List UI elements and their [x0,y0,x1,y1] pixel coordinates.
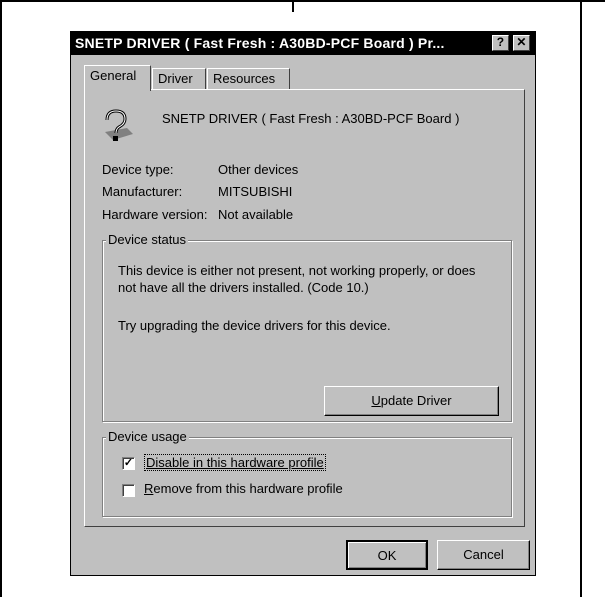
properties-dialog: SNETP DRIVER ( Fast Fresh : A30BD-PCF Bo… [70,31,536,576]
remove-profile-label[interactable]: Remove from this hardware profile [144,481,343,496]
ok-button[interactable]: OK [346,540,428,570]
manufacturer-value: MITSUBISHI [218,184,293,199]
help-button[interactable]: ? [492,35,509,51]
hardware-version-value: Not available [218,207,294,222]
title-bar[interactable]: SNETP DRIVER ( Fast Fresh : A30BD-PCF Bo… [71,32,535,55]
disable-profile-text: Disable in this hardware profile [146,455,324,470]
window-title: SNETP DRIVER ( Fast Fresh : A30BD-PCF Bo… [75,35,445,51]
device-usage-title: Device usage [106,429,189,444]
tab-driver[interactable]: Driver [152,68,206,89]
cancel-button[interactable]: Cancel [437,540,530,570]
remove-profile-accesskey: R [144,481,154,496]
remove-profile-checkbox[interactable] [122,484,135,497]
update-driver-label: pdate Driver [380,393,452,408]
update-driver-button[interactable]: Update Driver [324,386,499,416]
close-button[interactable]: ✕ [513,35,530,51]
frame-tick-mark [292,0,294,12]
device-status-title: Device status [106,232,189,247]
device-status-tip: Try upgrading the device drivers for thi… [118,318,391,333]
remove-profile-text: emove from this hardware profile [153,481,343,496]
device-name: SNETP DRIVER ( Fast Fresh : A30BD-PCF Bo… [162,111,460,126]
manufacturer-label: Manufacturer: [102,184,183,199]
device-status-message: This device is either not present, not w… [118,263,476,295]
frame-right-line [580,0,582,597]
hardware-version-label: Hardware version: [102,207,208,222]
update-driver-accesskey: U [371,393,381,408]
disable-profile-label[interactable]: Disable in this hardware profile [144,454,326,471]
frame-left-line [0,0,2,597]
device-type-label: Device type: [102,162,174,177]
tab-resources[interactable]: Resources [207,68,290,89]
unknown-device-icon [105,109,133,141]
frame-top-line [0,0,605,2]
device-usage-group [102,437,512,517]
tab-general[interactable]: General [84,65,151,91]
device-type-value: Other devices [218,162,299,177]
disable-profile-checkbox[interactable]: ✓ [122,457,135,470]
